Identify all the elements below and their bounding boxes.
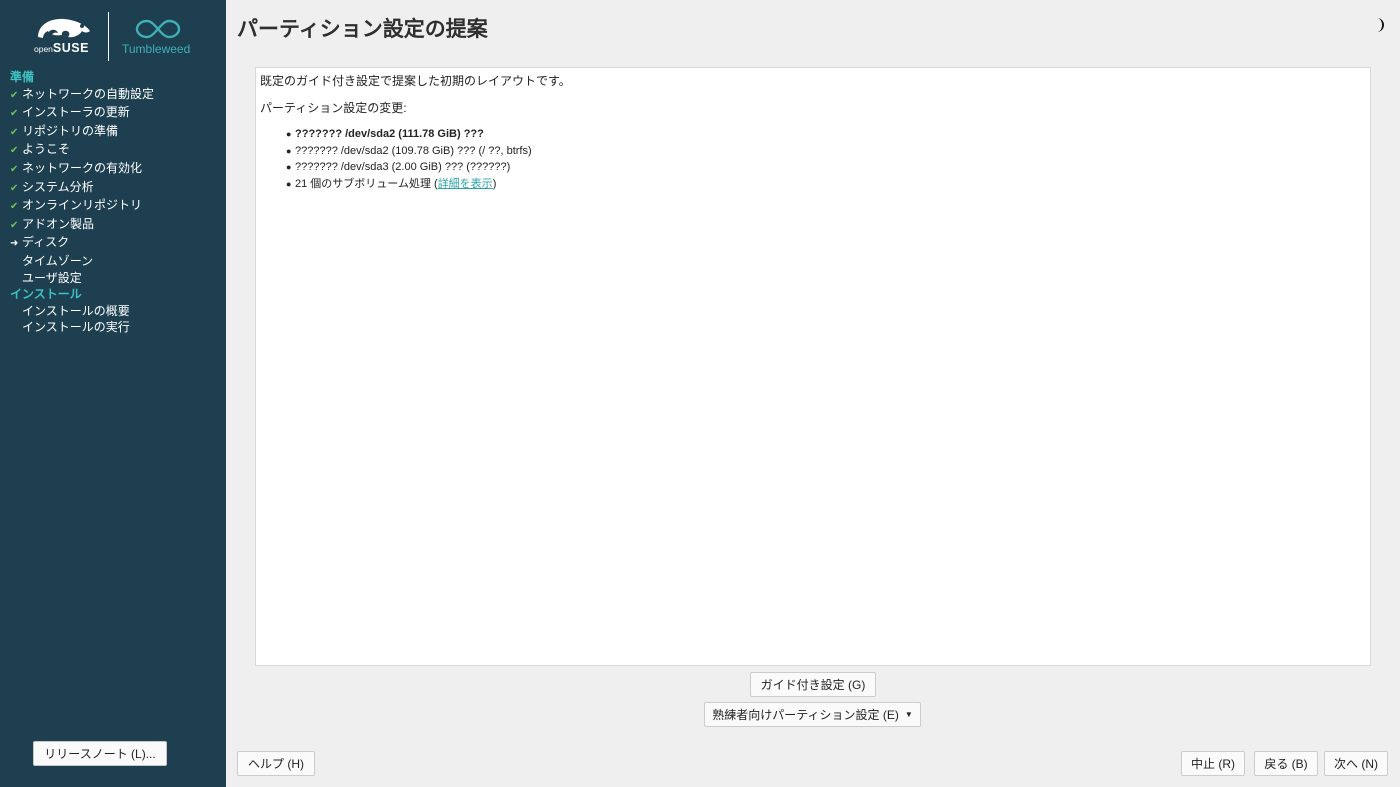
step-item: ✔ オンラインリポジトリ	[10, 197, 154, 216]
back-button[interactable]: 戻る (B)	[1254, 751, 1318, 776]
next-button[interactable]: 次へ (N)	[1324, 751, 1388, 776]
change-text: ??????? /dev/sda2 (109.78 GiB) ??? (/ ??…	[295, 144, 532, 157]
bullet-icon: ●	[286, 129, 292, 139]
change-item: ● 21 個のサブボリューム処理 (詳細を表示)	[286, 176, 532, 193]
check-icon: ✔	[10, 163, 19, 175]
change-suffix: )	[492, 178, 497, 191]
step-item: ✔ インストーラの更新	[10, 104, 154, 123]
step-label: ネットワークの有効化	[22, 160, 143, 175]
step-section-header: インストール	[10, 287, 82, 302]
step-item: ユーザ設定	[10, 270, 154, 287]
change-item: ●??????? /dev/sda2 (109.78 GiB) ??? (/ ?…	[286, 143, 532, 160]
show-details-link[interactable]: 詳細を表示	[438, 178, 493, 190]
installation-steps: 準備 ✔ ネットワークの自動設定 ✔ インストーラの更新 ✔ リポジトリの準備 ✔ ようこそ ✔ ネ…	[10, 69, 154, 336]
step-label: システム分析	[22, 179, 94, 194]
guided-setup-button[interactable]: ガイド付き設定 (G)	[750, 672, 876, 697]
step-item: ✔ ようこそ	[10, 141, 154, 160]
change-text: 21 個のサブボリューム処理 (	[295, 178, 438, 191]
step-item: インストールの概要	[10, 303, 154, 320]
check-icon: ✔	[10, 201, 19, 213]
change-item: ●??????? /dev/sda3 (2.00 GiB) ??? (?????…	[286, 159, 532, 176]
check-icon: ✔	[10, 219, 19, 231]
step-label: タイムゾーン	[22, 253, 94, 268]
step-label: ユーザ設定	[22, 270, 82, 285]
step-label: アドオン製品	[22, 216, 95, 231]
step-label: ディスク	[22, 235, 70, 250]
infinity-icon	[135, 19, 181, 39]
step-item: ✔ ネットワークの有効化	[10, 160, 154, 179]
change-item: ●??????? /dev/sda2 (111.78 GiB) ???	[286, 126, 532, 143]
step-item: タイムゾーン	[10, 253, 154, 270]
dropdown-arrow-icon: ▼	[904, 710, 913, 719]
step-section-header: 準備	[10, 70, 35, 84]
opensuse-tumbleweed-logo: openSUSE Tumbleweed	[0, 0, 226, 66]
step-item: ✔ リポジトリの準備	[10, 123, 154, 142]
step-label: インストールの実行	[22, 320, 130, 335]
release-notes-button[interactable]: リリースノート (L)...	[33, 741, 167, 766]
changes-heading: パーティション設定の変更:	[260, 101, 407, 115]
check-icon: ✔	[10, 108, 19, 120]
step-item: ✔ アドオン製品	[10, 216, 154, 235]
expert-partitioner-label: 熟練者向けパーティション設定 (E)	[712, 708, 899, 722]
step-item: インストールの実行	[10, 319, 154, 336]
proposal-summary: 既定のガイド付き設定で提案した初期のレイアウトです。 パーティション設定の変更:…	[255, 67, 1371, 666]
arrow-right-icon: ➜	[10, 238, 19, 250]
changes-list: ●??????? /dev/sda2 (111.78 GiB) ??? ●????…	[286, 126, 532, 193]
intro-text: 既定のガイド付き設定で提案した初期のレイアウトです。	[260, 74, 571, 88]
abort-button[interactable]: 中止 (R)	[1181, 751, 1245, 776]
check-icon: ✔	[10, 89, 19, 101]
product-name: Tumbleweed	[122, 42, 191, 56]
brand-wordmark: openSUSE	[34, 41, 89, 55]
step-label: オンラインリポジトリ	[22, 198, 143, 213]
step-label: リポジトリの準備	[22, 123, 119, 138]
help-button[interactable]: ヘルプ (H)	[237, 751, 315, 776]
step-label: インストールの概要	[22, 303, 130, 318]
step-item: ✔ ネットワークの自動設定	[10, 86, 154, 105]
logo-divider	[108, 12, 109, 61]
sidebar: openSUSE Tumbleweed 準備 ✔ ネットワークの自動設定 ✔ インストー…	[0, 0, 226, 787]
bullet-icon: ●	[286, 145, 292, 156]
step-item: ➜ ディスク	[10, 234, 154, 253]
check-icon: ✔	[10, 182, 19, 194]
bullet-icon: ●	[286, 162, 292, 173]
check-icon: ✔	[10, 145, 19, 157]
check-icon: ✔	[10, 126, 19, 138]
chameleon-icon	[38, 18, 90, 38]
step-label: インストーラの更新	[22, 105, 130, 120]
page-title: パーティション設定の提案	[237, 17, 488, 41]
expert-partitioner-button[interactable]: 熟練者向けパーティション設定 (E) ▼	[704, 702, 921, 727]
step-item: ✔ システム分析	[10, 179, 154, 198]
change-text: ??????? /dev/sda3 (2.00 GiB) ??? (??????…	[295, 161, 511, 174]
half-moon-icon[interactable]	[1372, 17, 1386, 33]
bullet-icon: ●	[286, 179, 292, 190]
step-label: ネットワークの自動設定	[22, 86, 155, 101]
change-text: ??????? /dev/sda2 (111.78 GiB) ???	[295, 128, 484, 140]
step-label: ようこそ	[22, 142, 71, 157]
